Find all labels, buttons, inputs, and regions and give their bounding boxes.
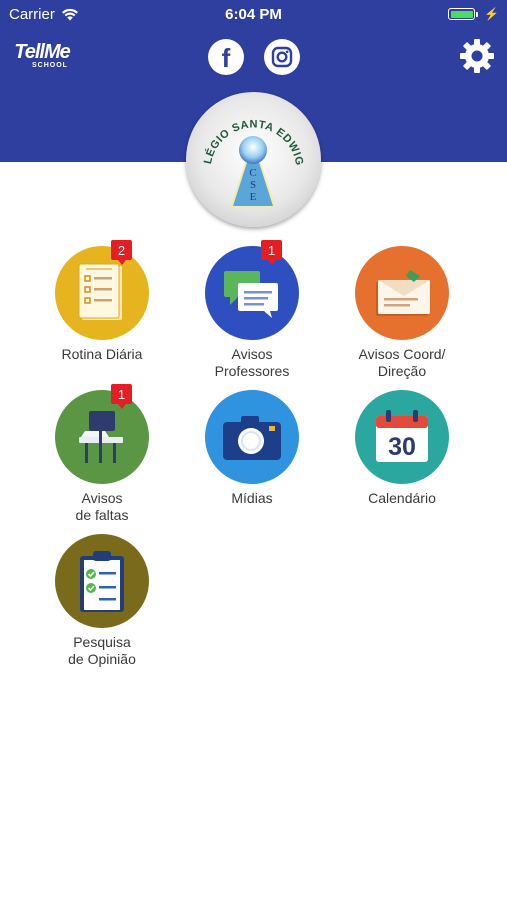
menu-item-avisos-professores[interactable]: 1 Avisos Professores bbox=[177, 240, 327, 380]
camera-icon bbox=[223, 416, 281, 460]
charging-icon: ⚡ bbox=[484, 7, 499, 21]
faltas-label: Avisos de faltas bbox=[75, 490, 129, 523]
facebook-icon: f bbox=[221, 42, 231, 73]
seal-initial-c: C bbox=[249, 167, 256, 179]
faltas-circle: 1 bbox=[55, 384, 149, 484]
logo-brand: TellMe bbox=[14, 41, 71, 63]
battery-icon: ⚡ bbox=[448, 7, 499, 21]
chat-bubbles-icon bbox=[224, 271, 278, 318]
facebook-button[interactable]: f bbox=[208, 39, 244, 75]
school-seal-logo: COLÉGIO SANTA EDWIGES C S E bbox=[181, 83, 321, 227]
school-seal-graphic: COLÉGIO SANTA EDWIGES C S E bbox=[181, 83, 305, 208]
clipboard-check-icon bbox=[80, 551, 124, 612]
menu-item-pesquisa-de-opiniao[interactable]: Pesquisa de Opinião bbox=[27, 534, 177, 668]
calendar-day: 30 bbox=[388, 433, 416, 461]
menu-item-rotina-diaria[interactable]: 2 Rotina Diária bbox=[27, 240, 177, 363]
coord-label: Avisos Coord/ Direção bbox=[358, 346, 446, 379]
calendar-icon: 30 bbox=[376, 410, 428, 462]
instagram-icon bbox=[271, 46, 293, 68]
professores-badge: 1 bbox=[261, 240, 282, 265]
checklist-icon bbox=[78, 263, 122, 320]
gear-icon[interactable] bbox=[459, 38, 495, 74]
pesquisa-label: Pesquisa de Opinião bbox=[68, 634, 136, 667]
school-desk-icon bbox=[79, 411, 123, 463]
rotina-circle: 2 bbox=[55, 240, 149, 340]
calendario-label: Calendário bbox=[368, 490, 436, 506]
midias-circle bbox=[205, 390, 299, 484]
coord-circle bbox=[355, 246, 449, 340]
rotina-badge: 2 bbox=[111, 240, 132, 265]
logo-sub: SCHOOL bbox=[32, 62, 68, 69]
seal-initial-e: E bbox=[250, 191, 257, 203]
menu-item-avisos-coord-direcao[interactable]: Avisos Coord/ Direção bbox=[327, 246, 477, 380]
seal-initial-s: S bbox=[250, 179, 256, 191]
tellme-logo: TellMe SCHOOL bbox=[10, 42, 74, 69]
rotina-label: Rotina Diária bbox=[61, 346, 143, 362]
menu-item-midias[interactable]: Mídias bbox=[177, 390, 327, 507]
status-bar: Carrier 6:04 PM ⚡ bbox=[0, 0, 507, 28]
menu-item-calendario[interactable]: 30 Calendário bbox=[327, 390, 477, 507]
pesquisa-circle bbox=[55, 534, 149, 628]
envelope-icon bbox=[376, 270, 430, 316]
instagram-button[interactable] bbox=[264, 39, 300, 75]
professores-label: Avisos Professores bbox=[214, 346, 290, 379]
midias-label: Mídias bbox=[231, 490, 273, 506]
professores-circle: 1 bbox=[205, 240, 299, 340]
calendario-circle: 30 bbox=[355, 390, 449, 484]
status-time: 6:04 PM bbox=[225, 6, 282, 23]
faltas-badge: 1 bbox=[111, 384, 132, 409]
menu-item-avisos-de-faltas[interactable]: 1 Avisos de faltas bbox=[27, 384, 177, 524]
